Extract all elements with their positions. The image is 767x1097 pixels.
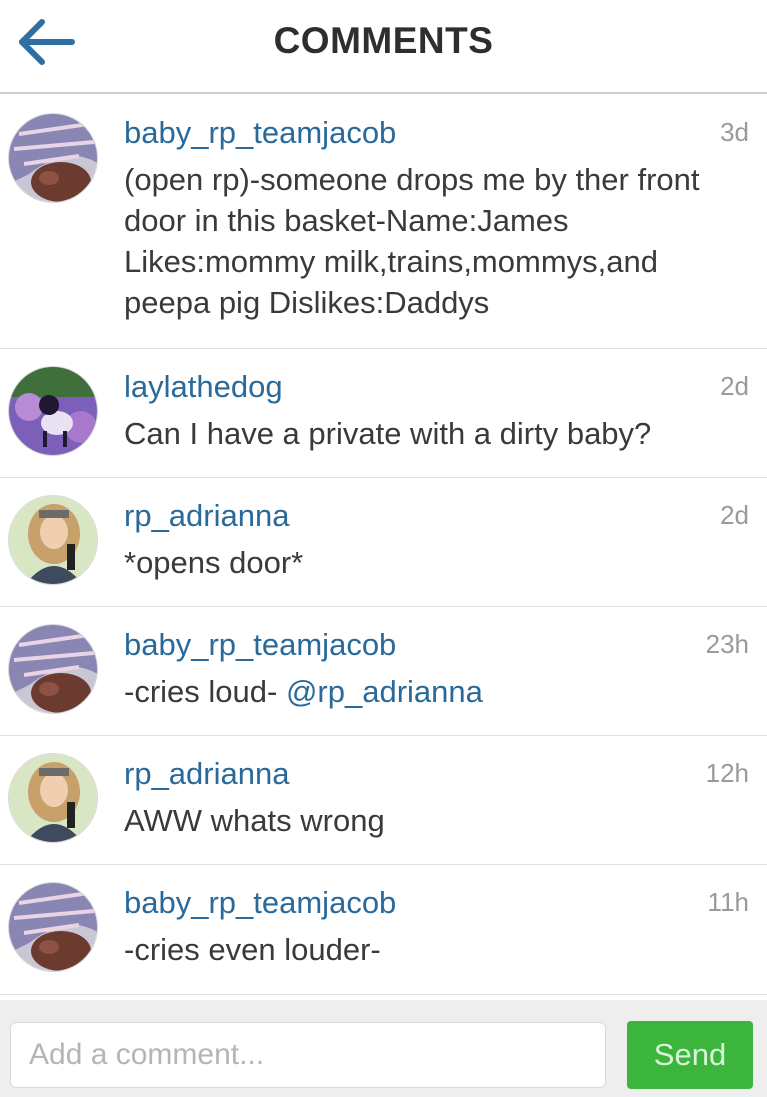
comment-username[interactable]: baby_rp_teamjacob <box>124 885 396 921</box>
comment-item: baby_rp_teamjacob 23h -cries loud- @rp_a… <box>0 607 767 736</box>
comment-text: -cries even louder- <box>124 932 381 967</box>
comment-text: AWW whats wrong <box>124 803 385 838</box>
comment-username[interactable]: rp_adrianna <box>124 498 289 534</box>
avatar[interactable] <box>8 753 98 843</box>
comment-timestamp: 11h <box>707 887 749 917</box>
comment-timestamp: 23h <box>705 629 749 659</box>
comment-text: (open rp)-someone drops me by ther front… <box>124 162 700 320</box>
send-button[interactable]: Send <box>627 1021 753 1089</box>
baby-avatar-image <box>9 114 97 202</box>
baby-avatar-image <box>9 625 97 713</box>
comment-timestamp: 2d <box>720 500 749 530</box>
comment-item: rp_adrianna 12h AWW whats wrong <box>0 736 767 865</box>
avatar[interactable] <box>8 113 98 203</box>
comment-username[interactable]: baby_rp_teamjacob <box>124 115 396 151</box>
avatar[interactable] <box>8 624 98 714</box>
comment-username[interactable]: baby_rp_teamjacob <box>124 627 396 663</box>
comment-composer: Send <box>0 1000 767 1097</box>
comment-username[interactable]: rp_adrianna <box>124 756 289 792</box>
comment-item: baby_rp_teamjacob 3d (open rp)-someone d… <box>0 95 767 349</box>
user-mention-link[interactable]: @rp_adrianna <box>286 674 483 709</box>
comment-item: rp_adrianna 2d *opens door* <box>0 478 767 607</box>
comment-timestamp: 3d <box>720 117 749 147</box>
comment-text: -cries loud- @rp_adrianna <box>124 671 744 712</box>
comment-timestamp: 2d <box>720 371 749 401</box>
comment-item: laylathedog 2d Can I have a private with… <box>0 349 767 478</box>
comment-text: Can I have a private with a dirty baby? <box>124 416 652 451</box>
avatar[interactable] <box>8 366 98 456</box>
girl-avatar-image <box>9 496 97 584</box>
page-title: COMMENTS <box>273 20 494 61</box>
comment-text: *opens door* <box>124 545 304 580</box>
header-bar: COMMENTS <box>0 0 767 94</box>
dog-avatar-image <box>9 367 97 455</box>
avatar[interactable] <box>8 882 98 972</box>
add-comment-input[interactable] <box>10 1022 606 1088</box>
comment-item: baby_rp_teamjacob 11h -cries even louder… <box>0 865 767 995</box>
comment-username[interactable]: laylathedog <box>124 369 283 405</box>
baby-avatar-image <box>9 883 97 971</box>
girl-avatar-image <box>9 754 97 842</box>
comment-timestamp: 12h <box>705 758 749 788</box>
avatar[interactable] <box>8 495 98 585</box>
comment-text-body: -cries loud- <box>124 674 278 709</box>
